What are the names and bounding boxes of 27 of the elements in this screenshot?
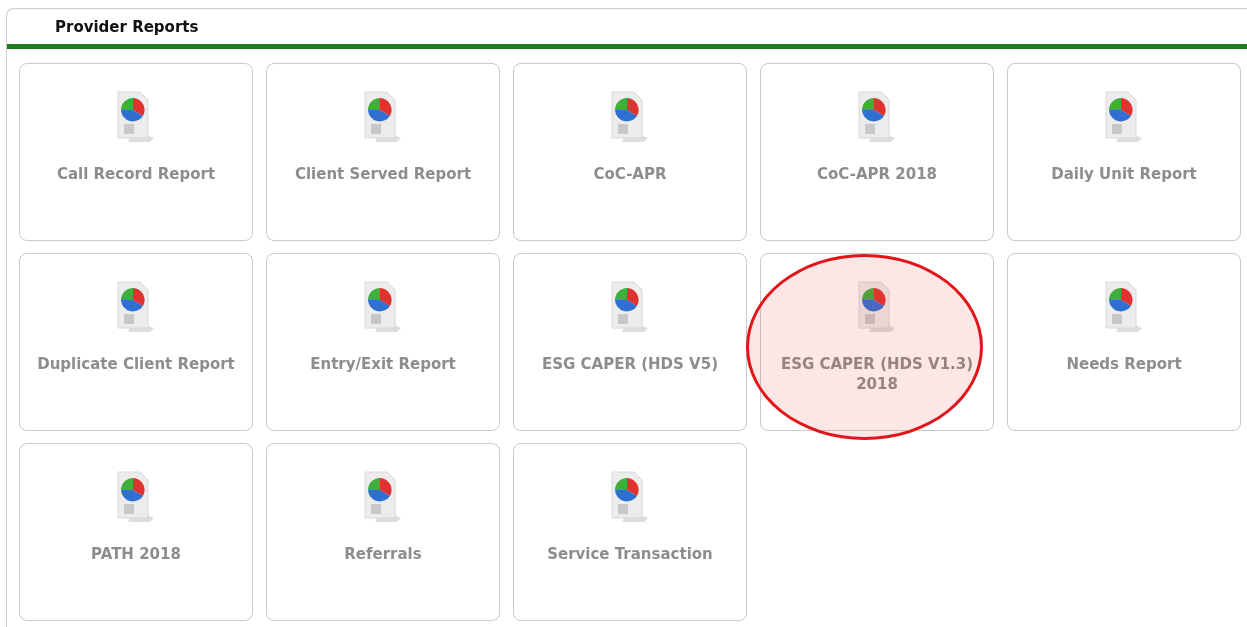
report-label: Call Record Report xyxy=(55,164,217,184)
report-tile[interactable]: CoC-APR xyxy=(513,63,747,241)
report-label: Entry/Exit Report xyxy=(309,354,457,374)
report-label: CoC-APR 2018 xyxy=(816,164,938,184)
report-tile[interactable]: ESG CAPER (HDS V1.3) 2018 xyxy=(760,253,994,431)
report-label: PATH 2018 xyxy=(90,544,182,564)
report-label: Needs Report xyxy=(1065,354,1183,374)
report-label: Daily Unit Report xyxy=(1050,164,1198,184)
report-tile[interactable]: Duplicate Client Report xyxy=(19,253,253,431)
report-label: CoC-APR xyxy=(592,164,668,184)
report-label: ESG CAPER (HDS V1.3) 2018 xyxy=(779,354,975,394)
report-tile[interactable]: Client Served Report xyxy=(266,63,500,241)
report-tile[interactable]: Entry/Exit Report xyxy=(266,253,500,431)
report-tile[interactable]: Referrals xyxy=(266,443,500,621)
report-tile[interactable]: Service Transaction xyxy=(513,443,747,621)
report-tile[interactable]: PATH 2018 xyxy=(19,443,253,621)
report-tile[interactable]: Daily Unit Report xyxy=(1007,63,1241,241)
report-label: Referrals xyxy=(343,544,423,564)
report-label: ESG CAPER (HDS V5) xyxy=(541,354,719,374)
report-tile[interactable]: ESG CAPER (HDS V5) xyxy=(513,253,747,431)
report-label: Service Transaction xyxy=(546,544,714,564)
report-label: Duplicate Client Report xyxy=(36,354,236,374)
report-tile[interactable]: Needs Report xyxy=(1007,253,1241,431)
report-label: Client Served Report xyxy=(293,164,473,184)
panel-title: Provider Reports xyxy=(55,17,199,36)
report-tile[interactable]: Call Record Report xyxy=(19,63,253,241)
report-tile[interactable]: CoC-APR 2018 xyxy=(760,63,994,241)
